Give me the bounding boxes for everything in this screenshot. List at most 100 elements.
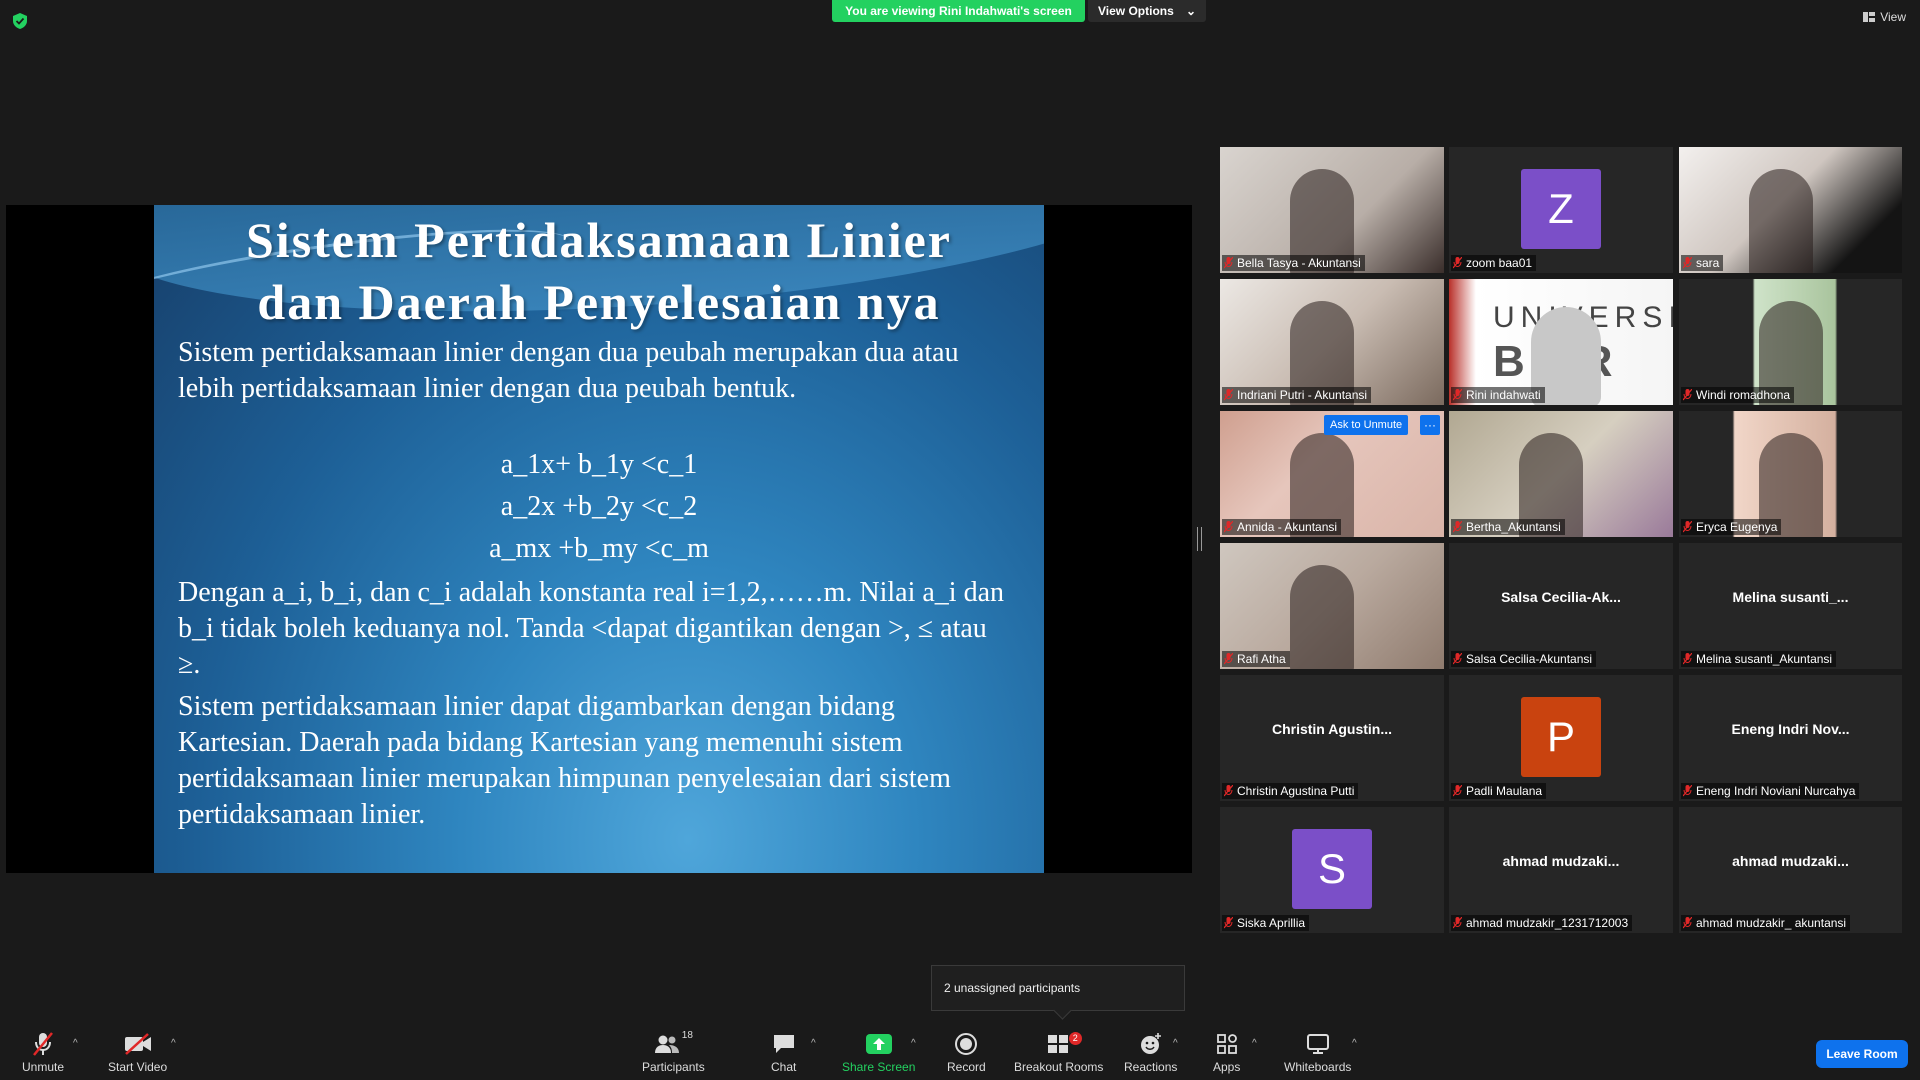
record-label: Record — [947, 1060, 986, 1074]
unmute-button[interactable]: Unmute — [22, 1030, 64, 1074]
slide-title-line-1: Sistem Pertidaksamaan Linier — [246, 212, 952, 268]
slide-equation-1: a_1x+ b_1y <c_1 — [500, 449, 698, 480]
participant-tile[interactable]: UNIVERSIB KRRini indahwati — [1449, 279, 1673, 405]
start-video-button[interactable]: Start Video — [108, 1030, 167, 1074]
participant-tile[interactable]: Bella Tasya - Akuntansi — [1220, 147, 1444, 273]
mic-muted-icon — [1683, 785, 1692, 797]
viewing-screen-banner: You are viewing Rini Indahwati's screen — [832, 0, 1085, 22]
video-options-caret[interactable]: ^ — [171, 1038, 176, 1049]
chat-options-caret[interactable]: ^ — [811, 1038, 816, 1049]
participant-tile[interactable]: S Siska Aprillia — [1220, 807, 1444, 933]
participant-tile[interactable]: ahmad mudzaki... ahmad mudzakir_ akuntans… — [1679, 807, 1902, 933]
whiteboards-label: Whiteboards — [1284, 1060, 1352, 1074]
mic-muted-icon — [1683, 521, 1692, 533]
mic-muted-icon — [1224, 257, 1233, 269]
apps-button[interactable]: Apps — [1213, 1030, 1240, 1074]
leave-room-button[interactable]: Leave Room — [1816, 1040, 1908, 1068]
reactions-label: Reactions — [1124, 1060, 1178, 1074]
reactions-options-caret[interactable]: ^ — [1173, 1038, 1178, 1049]
mic-muted-icon — [1453, 257, 1462, 269]
view-button[interactable]: View — [1863, 10, 1906, 24]
participant-tile[interactable]: P Padli Maulana — [1449, 675, 1673, 801]
reactions-smiley-icon — [1140, 1033, 1161, 1054]
chevron-down-icon: ⌄ — [1185, 4, 1196, 18]
whiteboard-icon — [1306, 1034, 1329, 1054]
participant-tile[interactable]: Eryca Eugenya — [1679, 411, 1902, 537]
ask-to-unmute-button[interactable]: Ask to Unmute — [1324, 415, 1409, 435]
participant-tile[interactable]: Windi romadhona — [1679, 279, 1902, 405]
participants-button[interactable]: 18 Participants — [642, 1030, 705, 1074]
participant-display-name: Melina susanti_... — [1732, 589, 1849, 605]
mic-muted-icon — [1224, 785, 1233, 797]
reactions-button[interactable]: Reactions — [1124, 1030, 1177, 1074]
mic-muted-icon — [1224, 917, 1233, 929]
participant-tile[interactable]: sara — [1679, 147, 1902, 273]
participant-tile[interactable]: Rafi Atha — [1220, 543, 1444, 669]
apps-options-caret[interactable]: ^ — [1252, 1038, 1257, 1049]
participants-label: Participants — [642, 1060, 705, 1074]
chat-label: Chat — [771, 1060, 797, 1074]
record-button[interactable]: Record — [947, 1030, 986, 1074]
mic-muted-icon — [1683, 917, 1692, 929]
mic-muted-icon — [1453, 653, 1462, 665]
participant-display-name: Salsa Cecilia-Ak... — [1501, 589, 1621, 605]
participant-tile[interactable]: Bertha_Akuntansi — [1449, 411, 1673, 537]
unmute-label: Unmute — [22, 1060, 65, 1074]
record-icon — [955, 1033, 978, 1055]
apps-icon — [1216, 1034, 1237, 1054]
mic-muted-icon — [1683, 257, 1692, 269]
participant-name-label: Padli Maulana — [1451, 783, 1547, 799]
participant-tile[interactable]: Indriani Putri - Akuntansi — [1220, 279, 1444, 405]
mic-muted-icon — [1224, 389, 1233, 401]
apps-label: Apps — [1213, 1060, 1241, 1074]
slide-paragraph-2: Dengan a_i, b_i, dan c_i adalah konstant… — [178, 577, 1004, 680]
participant-display-name: ahmad mudzaki... — [1732, 853, 1849, 869]
share-options-caret[interactable]: ^ — [911, 1038, 916, 1049]
security-shield-icon[interactable] — [13, 13, 27, 29]
participant-name-label: Eryca Eugenya — [1681, 519, 1782, 535]
participant-figure — [1290, 565, 1354, 669]
participant-name-label: ahmad mudzakir_ akuntansi — [1681, 915, 1851, 931]
participant-name-label: Christin Agustina Putti — [1222, 783, 1359, 799]
participant-name-label: Rini indahwati — [1451, 387, 1545, 403]
participant-name-label: Windi romadhona — [1681, 387, 1795, 403]
breakout-rooms-label: Breakout Rooms — [1014, 1060, 1104, 1074]
unassigned-participants-tooltip: 2 unassigned participants — [931, 965, 1185, 1011]
chat-button[interactable]: Chat — [771, 1030, 796, 1074]
mic-muted-icon — [1453, 917, 1462, 929]
participant-tile[interactable]: Ask to Unmute ··· Annida - Akuntansi — [1220, 411, 1444, 537]
whiteboards-button[interactable]: Whiteboards — [1284, 1030, 1351, 1074]
microphone-muted-icon — [33, 1032, 53, 1056]
more-options-button[interactable]: ··· — [1420, 415, 1440, 435]
share-screen-button[interactable]: Share Screen — [842, 1030, 915, 1074]
mic-muted-icon — [1453, 785, 1462, 797]
mic-muted-icon — [1453, 521, 1462, 533]
participant-tile[interactable]: Zzoom baa01 — [1449, 147, 1673, 273]
participant-tile[interactable]: ahmad mudzaki... ahmad mudzakir_123171200… — [1449, 807, 1673, 933]
participant-tile[interactable]: Salsa Cecilia-Ak... Salsa Cecilia-Akuntan… — [1449, 543, 1673, 669]
participant-name-label: Bertha_Akuntansi — [1451, 519, 1565, 535]
whiteboards-options-caret[interactable]: ^ — [1352, 1038, 1357, 1049]
audio-options-caret[interactable]: ^ — [73, 1038, 78, 1049]
view-label: View — [1880, 10, 1906, 24]
mic-muted-icon — [1224, 653, 1233, 665]
breakout-rooms-button[interactable]: 2 Breakout Rooms — [1014, 1030, 1103, 1074]
participant-avatar: P — [1521, 697, 1601, 777]
participant-display-name: Christin Agustin... — [1271, 721, 1393, 737]
meeting-toolbar: Unmute ^ Start Video ^ 18 Participants C… — [0, 1020, 1920, 1080]
slide-equation-3: a_mx +b_my <c_m — [489, 533, 709, 564]
split-resize-handle[interactable] — [1197, 527, 1202, 551]
start-video-label: Start Video — [108, 1060, 168, 1074]
participants-icon — [654, 1035, 679, 1053]
shared-screen[interactable]: Sistem Pertidaksamaan Linier dan Daerah … — [6, 205, 1192, 873]
view-options-button[interactable]: View Options ⌄ — [1088, 0, 1206, 22]
participant-tile[interactable]: Melina susanti_... Melina susanti_Akuntan… — [1679, 543, 1902, 669]
presentation-slide: Sistem Pertidaksamaan Linier dan Daerah … — [154, 205, 1044, 873]
video-off-icon — [124, 1033, 151, 1055]
gallery-view-icon — [1863, 12, 1876, 22]
mic-muted-icon — [1224, 521, 1233, 533]
share-screen-icon — [865, 1034, 892, 1054]
participant-tile[interactable]: Christin Agustin... Christin Agustina Put… — [1220, 675, 1444, 801]
participant-name-label: Eneng Indri Noviani Nurcahya — [1681, 783, 1860, 799]
participant-tile[interactable]: Eneng Indri Nov... Eneng Indri Noviani Nu… — [1679, 675, 1902, 801]
